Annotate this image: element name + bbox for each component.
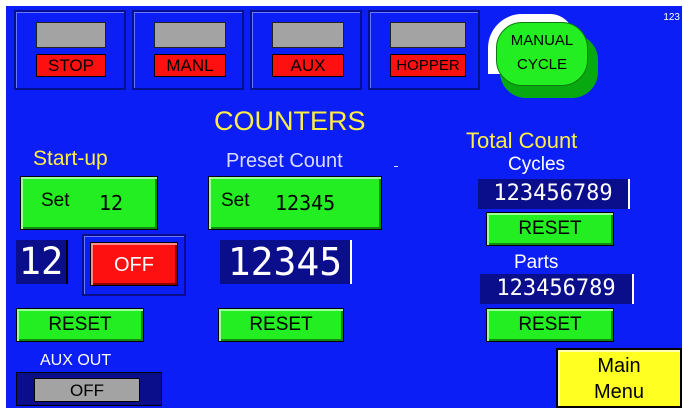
corner-number: 123 — [663, 12, 680, 23]
manl-lamp — [154, 22, 226, 48]
aux-label: AUX — [272, 54, 344, 77]
startup-set-button[interactable]: Set 12 — [20, 176, 158, 230]
preset-dot — [394, 166, 398, 167]
preset-set-prefix: Set — [221, 190, 250, 211]
preset-reset-button[interactable]: RESET — [218, 308, 344, 342]
startup-set-prefix: Set — [41, 190, 70, 211]
main-menu-line1: Main — [597, 355, 641, 377]
cycles-display: 123456789 — [478, 179, 630, 209]
main-menu-line2: Menu — [593, 381, 645, 403]
startup-display: 12 — [16, 240, 68, 284]
main-menu-button[interactable]: Main Menu — [556, 348, 682, 408]
manual-cycle-line2: CYCLE — [516, 56, 568, 73]
stop-label: STOP — [36, 54, 106, 77]
stop-indicator[interactable]: STOP — [14, 10, 126, 90]
manl-label: MANL — [154, 54, 226, 77]
aux-lamp — [272, 22, 344, 48]
preset-set-value: 12345 — [275, 191, 336, 215]
preset-set-button[interactable]: Set 12345 — [208, 176, 382, 230]
startup-set-value: 12 — [99, 191, 124, 215]
parts-label: Parts — [514, 252, 559, 273]
startup-toggle-button[interactable]: OFF — [90, 242, 178, 286]
aux-indicator[interactable]: AUX — [250, 10, 362, 90]
aux-out-label: AUX OUT — [40, 352, 112, 369]
cycles-label: Cycles — [508, 154, 566, 175]
manl-indicator[interactable]: MANL — [132, 10, 244, 90]
total-count-label: Total Count — [466, 128, 578, 153]
hopper-label: HOPPER — [390, 54, 466, 77]
counters-panel: STOP MANL AUX HOPPER MANUAL CYCLE 123 CO… — [6, 6, 682, 408]
manual-cycle-button[interactable]: MANUAL CYCLE — [484, 12, 600, 98]
page-title: COUNTERS — [214, 106, 366, 136]
hopper-lamp — [390, 22, 466, 48]
cycles-reset-button[interactable]: RESET — [486, 212, 614, 246]
parts-reset-button[interactable]: RESET — [486, 308, 614, 342]
preset-label: Preset Count — [226, 150, 343, 172]
preset-display: 12345 — [220, 240, 352, 284]
startup-reset-button[interactable]: RESET — [16, 308, 144, 342]
hmi-screen: STOP MANL AUX HOPPER MANUAL CYCLE 123 CO… — [0, 0, 684, 412]
manual-cycle-face: MANUAL CYCLE — [496, 22, 588, 86]
stop-lamp — [36, 22, 106, 48]
manual-cycle-line1: MANUAL — [510, 32, 574, 49]
hopper-indicator[interactable]: HOPPER — [368, 10, 480, 90]
startup-label: Start-up — [33, 147, 108, 170]
parts-display: 123456789 — [480, 274, 634, 304]
aux-out-button[interactable]: OFF — [34, 378, 140, 402]
